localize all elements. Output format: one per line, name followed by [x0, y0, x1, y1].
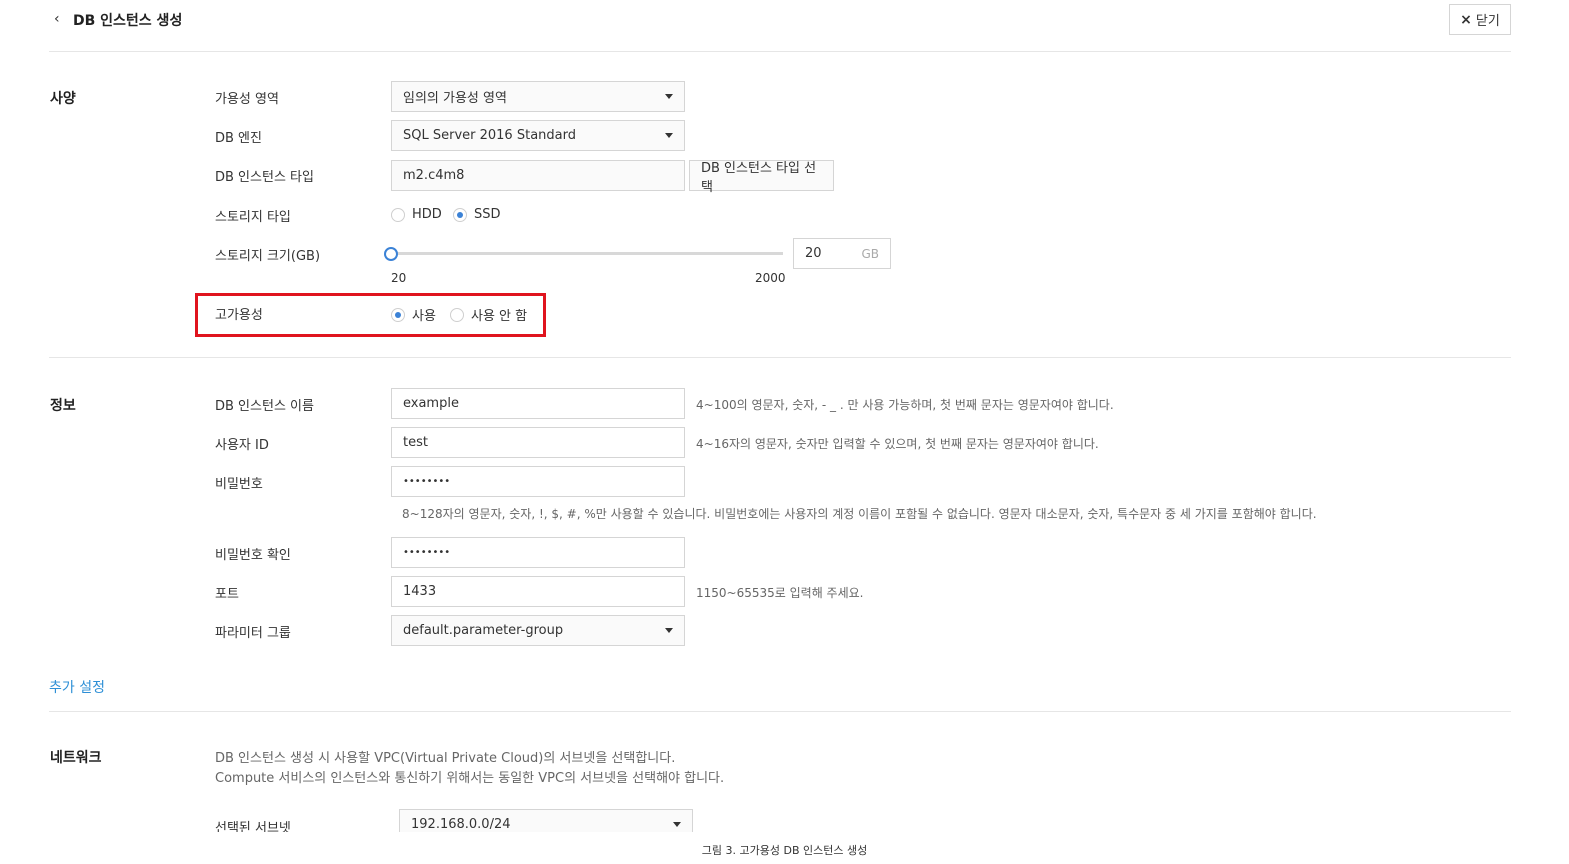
chevron-down-icon: [665, 94, 673, 99]
port-label: 포트: [215, 587, 239, 602]
high-availability-on[interactable]: 사용: [391, 305, 436, 324]
storage-type-ssd[interactable]: SSD: [453, 207, 501, 222]
ha-on-label: 사용: [412, 309, 436, 324]
instance-name-input[interactable]: example: [391, 388, 685, 419]
network-description-line2: Compute 서비스의 인스턴스와 통신하기 위해서는 동일한 VPC의 서브…: [215, 771, 725, 786]
chevron-down-icon: [665, 133, 673, 138]
storage-size-value: 20: [805, 246, 822, 261]
password-value: ••••••••: [403, 476, 451, 487]
high-availability-off[interactable]: 사용 안 함: [450, 305, 527, 324]
db-engine-select[interactable]: SQL Server 2016 Standard: [391, 120, 685, 151]
password-confirm-label: 비밀번호 확인: [215, 548, 291, 563]
instance-name-value: example: [403, 396, 459, 411]
section-title-info: 정보: [50, 398, 76, 414]
chevron-down-icon: [665, 628, 673, 633]
db-engine-value: SQL Server 2016 Standard: [403, 128, 576, 143]
instance-type-value: m2.c4m8: [403, 168, 465, 183]
close-button[interactable]: × 닫기: [1449, 4, 1511, 35]
ssd-radio[interactable]: [453, 207, 467, 222]
user-id-value: test: [403, 435, 428, 450]
storage-size-slider-track[interactable]: [391, 252, 783, 255]
password-label: 비밀번호: [215, 477, 263, 492]
storage-size-label: 스토리지 크기(GB): [215, 249, 321, 264]
chevron-down-icon: [673, 822, 681, 827]
slider-min-label: 20: [391, 271, 407, 285]
instance-type-label: DB 인스턴스 타입: [215, 170, 314, 185]
slider-max-label: 2000: [755, 271, 786, 285]
select-instance-type-button[interactable]: DB 인스턴스 타입 선택: [689, 160, 834, 195]
close-button-label: 닫기: [1475, 14, 1500, 29]
section-title-spec: 사양: [50, 91, 76, 107]
instance-name-label: DB 인스턴스 이름: [215, 399, 314, 414]
password-confirm-value: ••••••••: [403, 547, 451, 558]
user-id-label: 사용자 ID: [215, 438, 269, 453]
storage-size-unit: GB: [861, 246, 879, 261]
user-id-hint: 4~16자의 영문자, 숫자만 입력할 수 있으며, 첫 번째 문자는 영문자여…: [696, 437, 1099, 451]
parameter-group-label: 파라미터 그룹: [215, 626, 291, 641]
storage-type-hdd[interactable]: HDD: [391, 207, 442, 222]
hdd-label: HDD: [412, 207, 442, 222]
instance-type-field: m2.c4m8: [391, 160, 685, 191]
network-description-line1: DB 인스턴스 생성 시 사용할 VPC(Virtual Private Clo…: [215, 751, 676, 766]
ha-off-radio[interactable]: [450, 307, 464, 322]
ha-off-label: 사용 안 함: [471, 309, 528, 324]
high-availability-label: 고가용성: [215, 308, 263, 323]
subnet-value: 192.168.0.0/24: [411, 817, 511, 832]
section-divider: [49, 711, 1511, 712]
chevron-left-icon[interactable]: ‹: [54, 11, 60, 27]
close-icon: ×: [1460, 11, 1472, 28]
section-title-network: 네트워크: [50, 750, 102, 766]
storage-type-label: 스토리지 타입: [215, 210, 291, 225]
section-divider: [49, 357, 1511, 358]
password-confirm-input[interactable]: ••••••••: [391, 537, 685, 568]
parameter-group-value: default.parameter-group: [403, 623, 564, 638]
ssd-label: SSD: [474, 207, 501, 222]
storage-size-input[interactable]: 20 GB: [793, 238, 891, 269]
hdd-radio[interactable]: [391, 207, 405, 222]
ha-on-radio[interactable]: [391, 307, 405, 322]
availability-zone-select[interactable]: 임의의 가용성 영역: [391, 81, 685, 112]
storage-size-slider-handle[interactable]: [384, 247, 398, 261]
page-title: DB 인스턴스 생성: [73, 13, 183, 29]
user-id-input[interactable]: test: [391, 427, 685, 458]
availability-zone-value: 임의의 가용성 영역: [403, 91, 507, 106]
figure-caption: 그림 3. 고가용성 DB 인스턴스 생성: [701, 844, 868, 857]
header-divider: [49, 51, 1511, 52]
port-hint: 1150~65535로 입력해 주세요.: [696, 586, 864, 600]
additional-settings-link[interactable]: 추가 설정: [49, 677, 105, 697]
password-input[interactable]: ••••••••: [391, 466, 685, 497]
port-value: 1433: [403, 584, 437, 599]
db-engine-label: DB 엔진: [215, 131, 262, 146]
instance-name-hint: 4~100의 영문자, 숫자, - _ . 만 사용 가능하며, 첫 번째 문자…: [696, 398, 1114, 412]
port-input[interactable]: 1433: [391, 576, 685, 607]
availability-zone-label: 가용성 영역: [215, 92, 279, 107]
password-hint: 8~128자의 영문자, 숫자, !, $, #, %만 사용할 수 있습니다.…: [402, 507, 1317, 521]
parameter-group-select[interactable]: default.parameter-group: [391, 615, 685, 646]
